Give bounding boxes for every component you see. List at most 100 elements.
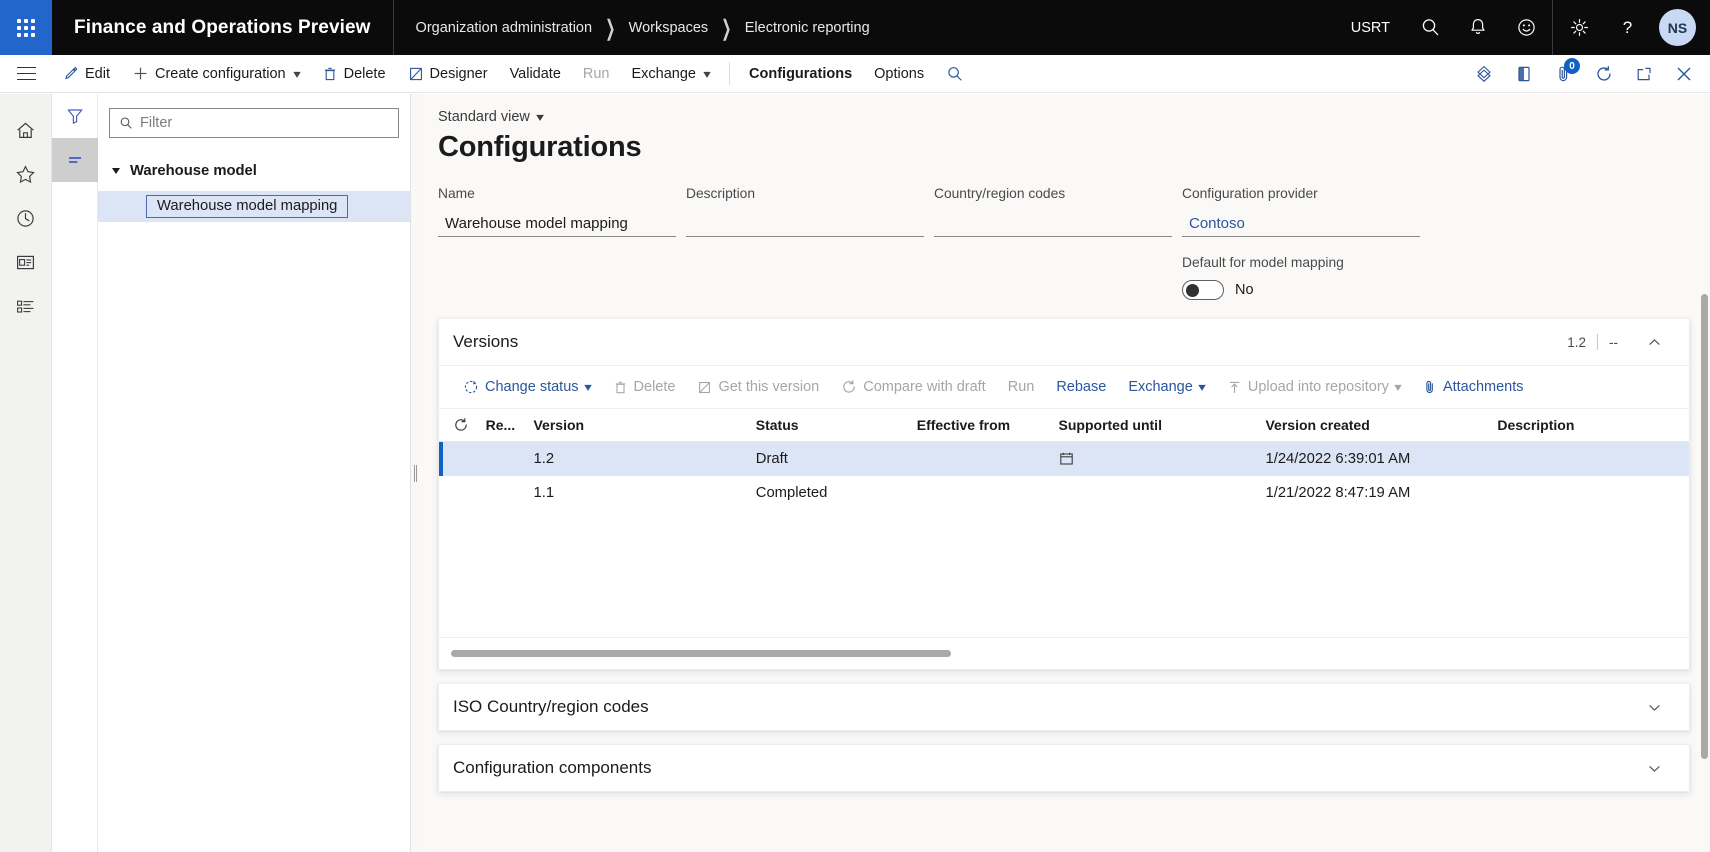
- column-header-effective-from[interactable]: Effective from: [917, 417, 1059, 433]
- chevron-down-icon: ▾: [292, 66, 301, 81]
- status-icon: [464, 380, 478, 394]
- versions-grid: Re... Version Status Effective from Supp…: [439, 409, 1689, 669]
- versions-collapse-button[interactable]: [1637, 325, 1671, 359]
- versions-summary: 1.2 --: [1556, 325, 1671, 359]
- versions-grid-horizontal-scrollbar[interactable]: [439, 637, 1689, 669]
- breadcrumb-item-organization-administration[interactable]: Organization administration: [416, 20, 593, 36]
- section-configuration-components-title: Configuration components: [453, 758, 652, 777]
- rebase-button[interactable]: Rebase: [1046, 372, 1116, 402]
- default-model-mapping-value: No: [1235, 282, 1254, 298]
- help-button[interactable]: ?: [1603, 0, 1651, 55]
- command-divider: [729, 62, 731, 85]
- popout-button[interactable]: [1624, 55, 1664, 92]
- column-header-version-created[interactable]: Version created: [1265, 417, 1497, 433]
- attachments-button[interactable]: 0: [1544, 55, 1584, 92]
- filter-input-wrapper[interactable]: [109, 108, 399, 138]
- field-description-input[interactable]: [686, 211, 924, 237]
- table-row[interactable]: 1.1 Completed 1/21/2022 8:47:19 AM: [439, 476, 1689, 510]
- run-label: Run: [582, 65, 610, 82]
- navigation-menu-button[interactable]: [0, 55, 52, 92]
- compare-with-draft-button: Compare with draft: [831, 372, 996, 402]
- edit-button[interactable]: Edit: [52, 55, 121, 92]
- main-vertical-scrollbar[interactable]: [1701, 294, 1708, 759]
- versions-card-header[interactable]: Versions 1.2 --: [439, 319, 1689, 366]
- designer-label: Designer: [429, 65, 488, 82]
- view-selector[interactable]: Standard view ▾: [438, 109, 544, 125]
- versions-delete-label: Delete: [633, 379, 676, 395]
- favorites-star-icon: [16, 164, 35, 183]
- breadcrumb-item-workspaces[interactable]: Workspaces: [629, 20, 709, 36]
- company-selector[interactable]: USRT: [1335, 20, 1406, 36]
- change-status-button[interactable]: Change status ▾: [453, 372, 601, 402]
- popout-icon: [1637, 67, 1651, 80]
- field-configuration-provider: Configuration provider Contoso Default f…: [1182, 186, 1420, 300]
- column-header-description[interactable]: Description: [1497, 417, 1689, 433]
- field-country-region-codes-input[interactable]: [934, 211, 1172, 237]
- column-header-re[interactable]: Re...: [486, 417, 534, 433]
- expand-triangle-icon[interactable]: [112, 168, 120, 174]
- validate-button[interactable]: Validate: [499, 55, 572, 92]
- section-iso-country-region-codes[interactable]: ISO Country/region codes: [438, 683, 1690, 731]
- filter-input[interactable]: [140, 115, 389, 131]
- app-launcher-button[interactable]: [0, 0, 52, 55]
- command-search-button[interactable]: [935, 55, 975, 92]
- column-header-version[interactable]: Version: [533, 417, 755, 433]
- trash-icon: [615, 381, 625, 393]
- designer-button[interactable]: Designer: [397, 55, 499, 92]
- versions-attachments-button[interactable]: Attachments: [1413, 372, 1534, 402]
- search-icon: [120, 117, 132, 129]
- breadcrumb-item-electronic-reporting[interactable]: Electronic reporting: [745, 20, 870, 36]
- share-button[interactable]: [1464, 55, 1504, 92]
- cell-version-created: 1/21/2022 8:47:19 AM: [1265, 485, 1411, 501]
- versions-attachments-label: Attachments: [1442, 379, 1524, 395]
- close-button[interactable]: [1664, 55, 1704, 92]
- search-button[interactable]: [1406, 0, 1454, 55]
- versions-exchange-button[interactable]: Exchange ▾: [1118, 372, 1215, 402]
- tab-configurations[interactable]: Configurations: [738, 55, 863, 92]
- rail-item-modules[interactable]: [0, 284, 52, 328]
- notifications-button[interactable]: [1454, 0, 1502, 55]
- tree-tab-filter[interactable]: [52, 94, 98, 138]
- table-row[interactable]: 1.2 Draft 1/24/2022 6:39:01 AM: [439, 442, 1689, 476]
- rail-item-home[interactable]: [0, 108, 52, 152]
- field-name: Name Warehouse model mapping: [438, 186, 676, 300]
- panel-splitter[interactable]: [411, 94, 418, 852]
- cell-supported-until[interactable]: [1059, 451, 1266, 468]
- grid-refresh-button[interactable]: [453, 417, 486, 433]
- delete-button[interactable]: Delete: [311, 55, 397, 92]
- top-bar-actions: USRT ? NS: [1335, 0, 1710, 55]
- open-in-office-button[interactable]: [1504, 55, 1544, 92]
- rail-item-workspaces[interactable]: [0, 240, 52, 284]
- paperclip-icon: [1426, 380, 1433, 394]
- home-icon: [17, 122, 34, 138]
- section-configuration-components[interactable]: Configuration components: [438, 744, 1690, 792]
- avatar[interactable]: NS: [1659, 9, 1696, 46]
- scrollbar-thumb[interactable]: [451, 650, 951, 657]
- versions-grid-header: Re... Version Status Effective from Supp…: [439, 409, 1689, 442]
- section-expand-button[interactable]: [1637, 751, 1671, 785]
- tree-node-warehouse-model-mapping[interactable]: Warehouse model mapping: [98, 191, 410, 222]
- versions-card: Versions 1.2 -- Change status ▾ Delete G…: [438, 318, 1690, 670]
- create-configuration-button[interactable]: Create configuration ▾: [121, 55, 311, 92]
- tree-node-warehouse-model[interactable]: Warehouse model: [109, 156, 399, 186]
- refresh-button[interactable]: [1584, 55, 1624, 92]
- default-model-mapping-toggle[interactable]: [1182, 280, 1224, 300]
- rail-item-recent[interactable]: [0, 196, 52, 240]
- toggle-knob: [1186, 283, 1199, 297]
- validate-label: Validate: [509, 65, 561, 82]
- tree-tab-list[interactable]: [51, 138, 98, 182]
- tab-options[interactable]: Options: [863, 55, 935, 92]
- section-expand-button[interactable]: [1637, 690, 1671, 724]
- field-configuration-provider-input[interactable]: Contoso: [1182, 211, 1420, 237]
- rail-item-favorites[interactable]: [0, 152, 52, 196]
- versions-grid-body: 1.2 Draft 1/24/2022 6:39:01 AM 1.1 Compl…: [439, 442, 1689, 637]
- settings-button[interactable]: [1555, 0, 1603, 55]
- default-model-mapping-group: Default for model mapping No: [1182, 255, 1420, 300]
- chevron-down-icon: ▾: [1394, 380, 1402, 394]
- feedback-button[interactable]: [1502, 0, 1550, 55]
- field-name-input[interactable]: Warehouse model mapping: [438, 211, 676, 237]
- column-header-supported-until[interactable]: Supported until: [1059, 417, 1266, 433]
- column-header-status[interactable]: Status: [756, 417, 917, 433]
- lines-icon: [68, 157, 81, 163]
- exchange-button[interactable]: Exchange ▾: [621, 55, 722, 92]
